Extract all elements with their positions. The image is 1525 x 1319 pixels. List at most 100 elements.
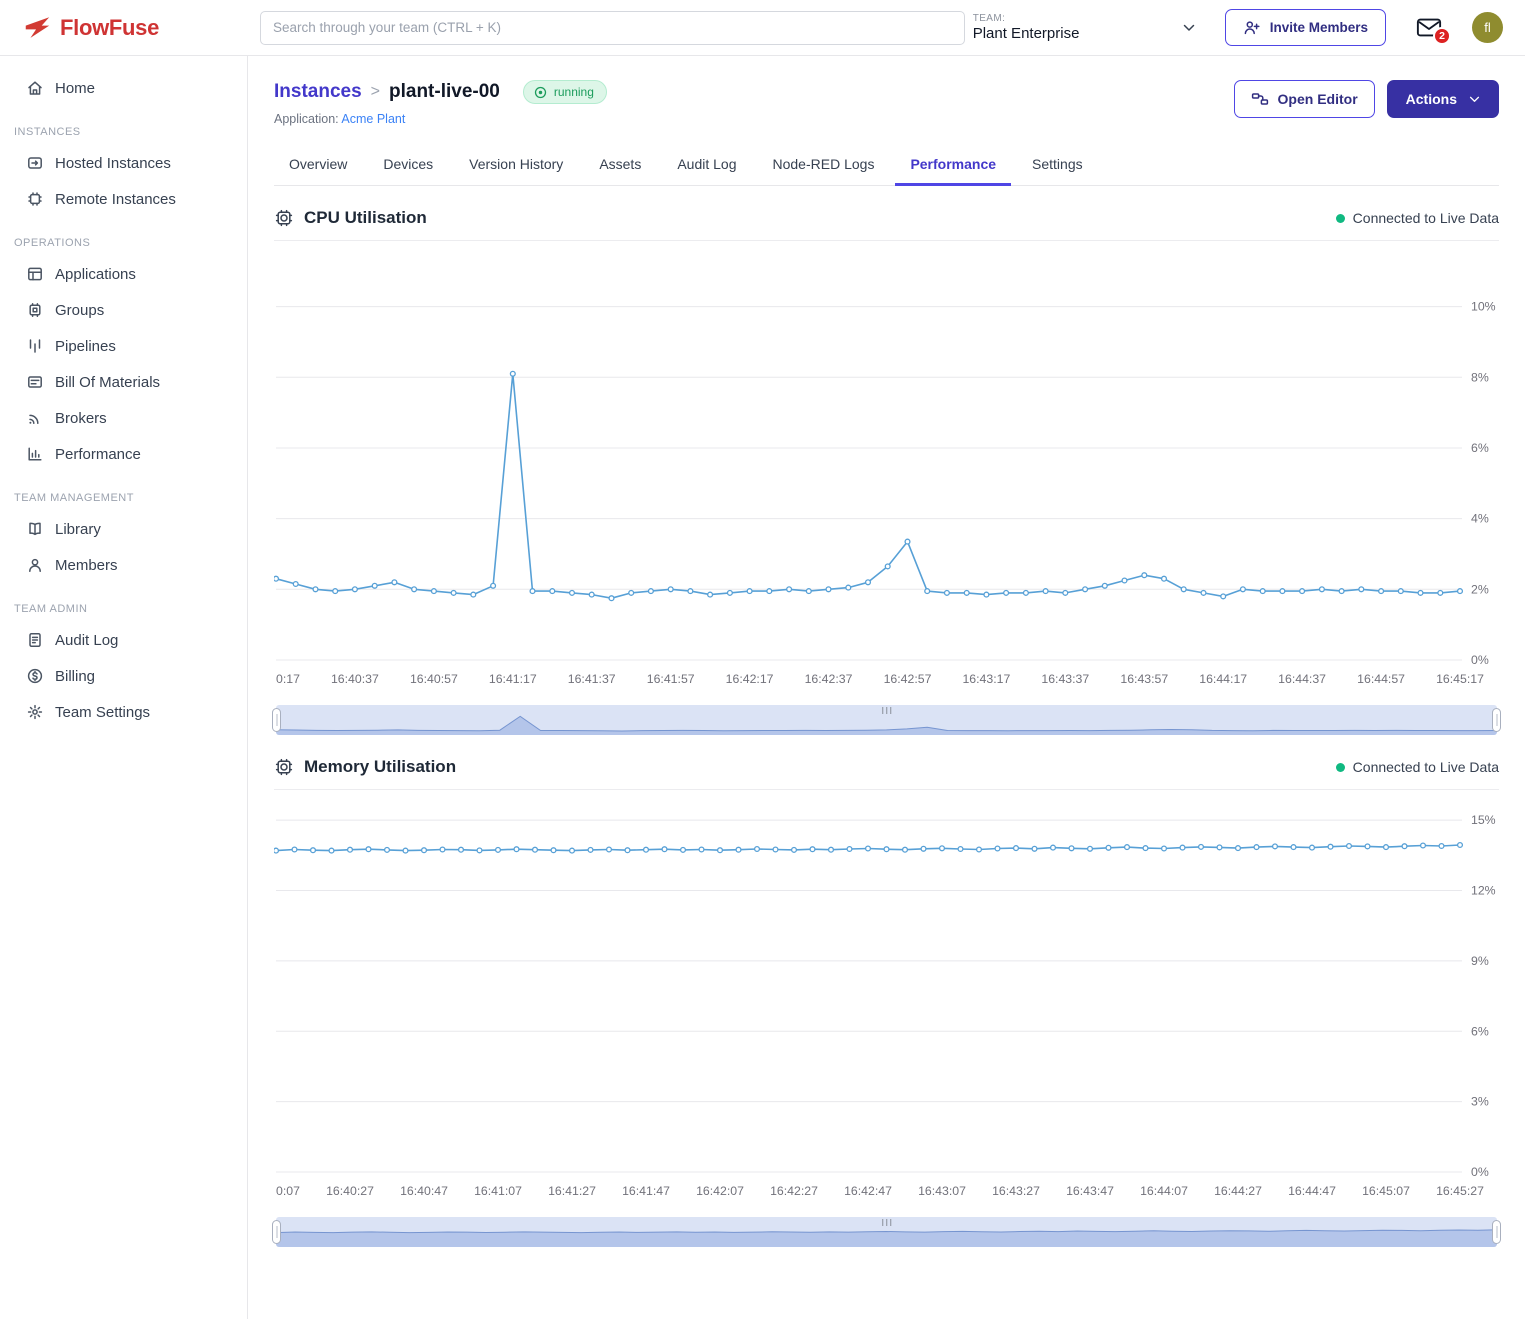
running-status-icon (534, 86, 547, 99)
tab-settings[interactable]: Settings (1017, 146, 1098, 185)
memory-live-status: Connected to Live Data (1336, 759, 1499, 775)
tab-assets[interactable]: Assets (584, 146, 656, 185)
sidebar-item-groups[interactable]: Groups (0, 292, 247, 328)
cpu-utilisation-section: CPU Utilisation Connected to Live Data 0… (274, 208, 1499, 735)
instance-tabs: Overview Devices Version History Assets … (274, 146, 1499, 186)
svg-text:3%: 3% (1471, 1095, 1489, 1109)
team-selector[interactable]: TEAM: Plant Enterprise (973, 13, 1195, 42)
svg-text:16:44:27: 16:44:27 (1214, 1184, 1262, 1198)
sidebar-section-team-admin: TEAM ADMIN (0, 583, 247, 622)
sidebar-item-label: Brokers (55, 410, 107, 427)
svg-text:16:41:27: 16:41:27 (548, 1184, 596, 1198)
status-badge-label: running (554, 85, 594, 99)
brokers-icon (26, 409, 44, 427)
sidebar-item-label: Performance (55, 446, 141, 463)
gear-icon (26, 703, 44, 721)
notifications-button[interactable]: 2 (1416, 17, 1442, 38)
actions-label: Actions (1406, 91, 1457, 107)
editor-icon (1251, 91, 1269, 107)
sidebar-item-pipelines[interactable]: Pipelines (0, 328, 247, 364)
status-badge: running (523, 80, 607, 104)
tab-overview[interactable]: Overview (274, 146, 362, 185)
svg-text:16:45:27: 16:45:27 (1436, 1184, 1484, 1198)
actions-button[interactable]: Actions (1387, 80, 1499, 118)
tab-node-red-logs[interactable]: Node-RED Logs (758, 146, 890, 185)
svg-text:9%: 9% (1471, 954, 1489, 968)
svg-text:16:43:27: 16:43:27 (992, 1184, 1040, 1198)
sidebar-item-hosted-instances[interactable]: Hosted Instances (0, 145, 247, 181)
sidebar-item-applications[interactable]: Applications (0, 256, 247, 292)
sidebar-item-billing[interactable]: Billing (0, 658, 247, 694)
avatar-initials: fl (1484, 20, 1491, 35)
tab-audit-log[interactable]: Audit Log (662, 146, 751, 185)
svg-text:16:44:47: 16:44:47 (1288, 1184, 1336, 1198)
cpu-navigator-left-handle[interactable] (272, 708, 281, 732)
sidebar-item-brokers[interactable]: Brokers (0, 400, 247, 436)
svg-text:12%: 12% (1471, 884, 1496, 898)
avatar[interactable]: fl (1472, 12, 1503, 43)
svg-text:16:42:57: 16:42:57 (884, 672, 932, 686)
tab-devices[interactable]: Devices (368, 146, 448, 185)
sidebar-item-label: Hosted Instances (55, 155, 171, 172)
search-input[interactable] (260, 11, 965, 45)
svg-text:15%: 15% (1471, 813, 1496, 827)
memory-chip-icon (274, 757, 294, 777)
memory-navigator-grip[interactable] (882, 1219, 892, 1226)
home-icon (26, 79, 44, 97)
svg-text:16:41:37: 16:41:37 (568, 672, 616, 686)
breadcrumb-instances-link[interactable]: Instances (274, 81, 362, 103)
tab-version-history[interactable]: Version History (454, 146, 578, 185)
svg-text:16:43:57: 16:43:57 (1120, 672, 1168, 686)
team-label: TEAM: (973, 13, 1080, 24)
svg-text:16:44:07: 16:44:07 (1140, 1184, 1188, 1198)
applications-icon (26, 265, 44, 283)
sidebar-item-label: Remote Instances (55, 191, 176, 208)
svg-text:16:40:47: 16:40:47 (400, 1184, 448, 1198)
header-actions: Open Editor Actions (1234, 80, 1499, 118)
svg-text:0%: 0% (1471, 653, 1489, 667)
svg-text:6%: 6% (1471, 441, 1489, 455)
billing-icon (26, 667, 44, 685)
svg-text:16:44:57: 16:44:57 (1357, 672, 1405, 686)
open-editor-button[interactable]: Open Editor (1234, 80, 1375, 118)
application-link[interactable]: Acme Plant (341, 112, 405, 126)
sidebar-item-bill-of-materials[interactable]: Bill Of Materials (0, 364, 247, 400)
sidebar-item-members[interactable]: Members (0, 547, 247, 583)
brand-wordmark: FlowFuse (60, 15, 159, 41)
cpu-navigator-grip[interactable] (882, 707, 892, 714)
sidebar-item-remote-instances[interactable]: Remote Instances (0, 181, 247, 217)
memory-navigator-left-handle[interactable] (272, 1220, 281, 1244)
sidebar-item-performance[interactable]: Performance (0, 436, 247, 472)
sidebar-item-home[interactable]: Home (0, 70, 247, 106)
svg-text:16:40:37: 16:40:37 (331, 672, 379, 686)
breadcrumb-separator: > (371, 83, 380, 101)
cpu-section-title: CPU Utilisation (304, 208, 427, 228)
groups-icon (26, 301, 44, 319)
invite-members-label: Invite Members (1270, 20, 1368, 35)
sidebar-item-team-settings[interactable]: Team Settings (0, 694, 247, 730)
cpu-navigator-right-handle[interactable] (1492, 708, 1501, 732)
svg-text:0%: 0% (1471, 1165, 1489, 1179)
sidebar-item-label: Pipelines (55, 338, 116, 355)
flowfuse-logo[interactable]: FlowFuse (22, 15, 194, 41)
sidebar-item-label: Billing (55, 668, 95, 685)
svg-text:16:42:47: 16:42:47 (844, 1184, 892, 1198)
bill-of-materials-icon (26, 373, 44, 391)
memory-chart-navigator[interactable] (276, 1217, 1497, 1247)
svg-text:0:17: 0:17 (276, 672, 300, 686)
memory-navigator-right-handle[interactable] (1492, 1220, 1501, 1244)
memory-section-header: Memory Utilisation Connected to Live Dat… (274, 757, 1499, 790)
svg-text:16:42:07: 16:42:07 (696, 1184, 744, 1198)
tab-performance[interactable]: Performance (895, 146, 1011, 186)
svg-text:16:42:17: 16:42:17 (726, 672, 774, 686)
svg-text:16:43:17: 16:43:17 (962, 672, 1010, 686)
pipelines-icon (26, 337, 44, 355)
sidebar-item-library[interactable]: Library (0, 511, 247, 547)
cpu-chart-navigator[interactable] (276, 705, 1497, 735)
invite-members-button[interactable]: Invite Members (1225, 9, 1386, 46)
team-search (260, 11, 965, 45)
sidebar-item-audit-log[interactable]: Audit Log (0, 622, 247, 658)
flowfuse-logo-icon (22, 15, 52, 40)
cpu-live-status-label: Connected to Live Data (1353, 210, 1499, 226)
breadcrumb: Instances > plant-live-00 running (274, 80, 607, 104)
